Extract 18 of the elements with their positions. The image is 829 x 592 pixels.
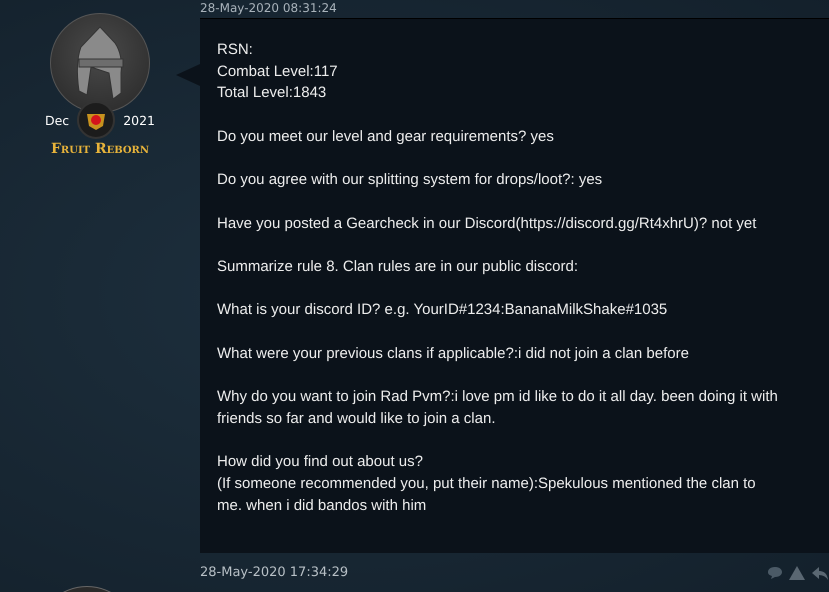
post-paragraph: Summarize rule 8. Clan rules are in our public discord: bbox=[217, 256, 579, 277]
username[interactable]: Fruit Reborn bbox=[50, 141, 150, 157]
post-paragraph: How did you find out about us? (If someone recommended you, put their name):Spekulous mentioned the clan to me. when i did bandos with him bbox=[217, 452, 757, 516]
post-paragraph: RSN: Combat Level:117 Total Level:1843 bbox=[217, 40, 339, 104]
warning-icon[interactable] bbox=[788, 564, 806, 580]
comment-icon[interactable] bbox=[767, 566, 783, 580]
reply-icon[interactable] bbox=[811, 564, 829, 580]
post-paragraph: What is your discord ID? e.g. YourID#1234:BananaMilkShake#1035 bbox=[217, 300, 668, 320]
join-year: 2021 bbox=[123, 112, 155, 128]
post-timestamp: 28-May-2020 08:31:24 bbox=[200, 0, 338, 17]
post-paragraph: Do you agree with our splitting system for drops/loot?: yes bbox=[217, 170, 604, 190]
post-paragraph: Do you meet our level and gear requirements? yes bbox=[217, 126, 555, 147]
join-month: Dec bbox=[44, 112, 70, 128]
post-paragraph: Why do you want to join Rad Pvm?:i love pm id like to do it all day. been doing it with friends so far and would like to join a clan. bbox=[217, 387, 779, 429]
post-timestamp: 28-May-2020 17:34:29 bbox=[200, 565, 348, 580]
post-paragraph: Have you posted a Gearcheck in our Discord(https://discord.gg/Rt4xhrU)? not yet bbox=[217, 214, 758, 234]
rank-badge-icon bbox=[77, 101, 116, 139]
post-paragraph: What were your previous clans if applicable?:i did not join a clan before bbox=[217, 344, 690, 364]
